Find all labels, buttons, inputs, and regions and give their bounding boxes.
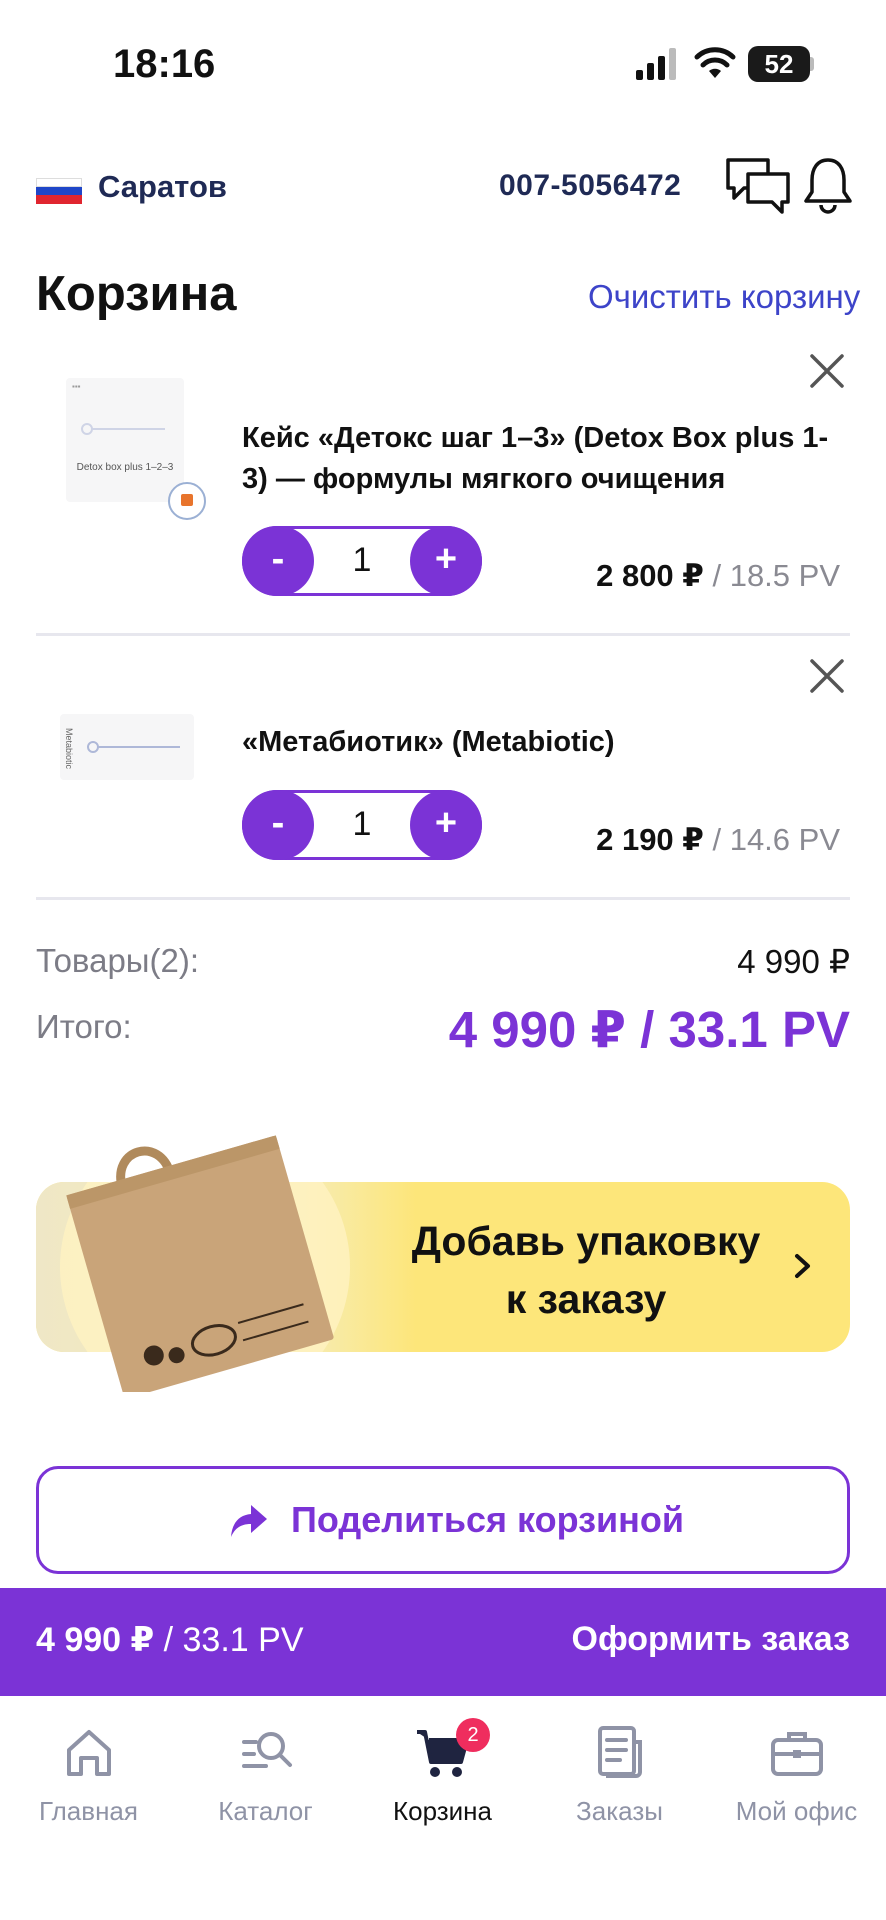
checkout-bar: 4 990 ₽ / 33.1 PV Оформить заказ [0, 1588, 886, 1696]
paper-bag-image [66, 1135, 334, 1392]
item-price: 2 190 ₽ / 14.6 PV [596, 822, 840, 858]
grand-total-label: Итого: [36, 1008, 132, 1045]
product-image-metabiotic[interactable]: Metabiotic [60, 714, 194, 780]
item-pv: / 18.5 PV [703, 558, 840, 593]
nav-label: Каталог [218, 1796, 313, 1826]
orders-icon [597, 1726, 642, 1778]
product-name[interactable]: «Метабиотик» (Metabiotic) [242, 722, 832, 763]
nav-label: Главная [39, 1796, 138, 1826]
place-order-button[interactable]: Оформить заказ [572, 1620, 851, 1659]
nav-label: Мой офис [735, 1796, 858, 1826]
battery-indicator: 52 [748, 46, 810, 82]
cart-badge: 2 [456, 1718, 490, 1752]
quantity-stepper: - 1 + [242, 790, 482, 860]
banner-text: Добавь упаковку к заказу [386, 1212, 786, 1328]
clear-cart-link[interactable]: Очистить корзину [588, 278, 860, 316]
page-title: Корзина [36, 267, 237, 321]
item-divider [36, 897, 850, 900]
increase-quantity-button[interactable]: + [410, 790, 482, 860]
product-name[interactable]: Кейс «Детокс шаг 1–3» (Detox Box plus 1-… [242, 418, 832, 500]
city-selector[interactable]: Саратов [98, 169, 227, 205]
chat-icon[interactable] [724, 156, 792, 216]
status-time: 18:16 [113, 42, 216, 86]
decrease-quantity-button[interactable]: - [242, 790, 314, 860]
briefcase-icon [770, 1732, 823, 1776]
checkout-pv: / 33.1 PV [154, 1621, 304, 1659]
product-image-detox-box[interactable]: ▪▪▪ Detox box plus 1–2–3 [66, 378, 184, 502]
cellular-signal-icon [636, 48, 676, 80]
catalog-search-icon [241, 1732, 292, 1768]
product-image-label: Detox box plus 1–2–3 [76, 462, 174, 473]
nav-item-home[interactable]: Главная [0, 1724, 177, 1827]
item-pv: / 14.6 PV [703, 822, 840, 857]
item-price-rub: 2 190 ₽ [596, 822, 704, 857]
checkout-total: 4 990 ₽ / 33.1 PV [36, 1620, 304, 1660]
bottom-navigation: Главная Каталог 2 Корзина Заказы Мой офи… [0, 1696, 886, 1920]
nav-label: Корзина [392, 1796, 493, 1826]
item-price-rub: 2 800 ₽ [596, 558, 704, 593]
wifi-icon [694, 47, 736, 78]
goods-count-label: Товары(2): [36, 942, 200, 979]
checkout-price: 4 990 ₽ [36, 1621, 155, 1659]
nav-item-catalog[interactable]: Каталог [177, 1724, 354, 1827]
share-cart-button[interactable]: Поделиться корзиной [36, 1466, 850, 1574]
decrease-quantity-button[interactable]: - [242, 526, 314, 596]
nav-item-my-office[interactable]: Мой офис [708, 1724, 885, 1827]
item-price: 2 800 ₽ / 18.5 PV [596, 558, 840, 594]
phone-number[interactable]: 007-5056472 [499, 169, 681, 203]
remove-item-icon[interactable] [808, 352, 846, 390]
product-image-label: Metabiotic [64, 728, 74, 770]
increase-quantity-button[interactable]: + [410, 526, 482, 596]
nav-item-cart[interactable]: 2 Корзина [354, 1718, 531, 1827]
flag-russia-icon[interactable] [36, 178, 82, 204]
quantity-value[interactable]: 1 [317, 529, 407, 593]
nav-label: Заказы [576, 1796, 663, 1826]
share-arrow-icon [231, 1505, 267, 1537]
nav-item-orders[interactable]: Заказы [531, 1724, 708, 1827]
goods-total-value: 4 990 ₽ [737, 943, 850, 980]
battery-tip [810, 57, 814, 71]
share-cart-label: Поделиться корзиной [291, 1499, 684, 1540]
certificate-seal-icon [168, 482, 206, 520]
home-icon [66, 1730, 111, 1776]
quantity-value[interactable]: 1 [317, 793, 407, 857]
item-divider [36, 633, 850, 636]
banner-line-1: Добавь упаковку [411, 1218, 761, 1264]
remove-item-icon[interactable] [808, 657, 846, 695]
grand-total-value: 4 990 ₽ / 33.1 PV [448, 1001, 850, 1058]
quantity-stepper: - 1 + [242, 526, 482, 596]
chevron-right-icon [795, 1254, 810, 1278]
banner-line-2: к заказу [505, 1276, 667, 1322]
bell-icon[interactable] [803, 156, 853, 214]
